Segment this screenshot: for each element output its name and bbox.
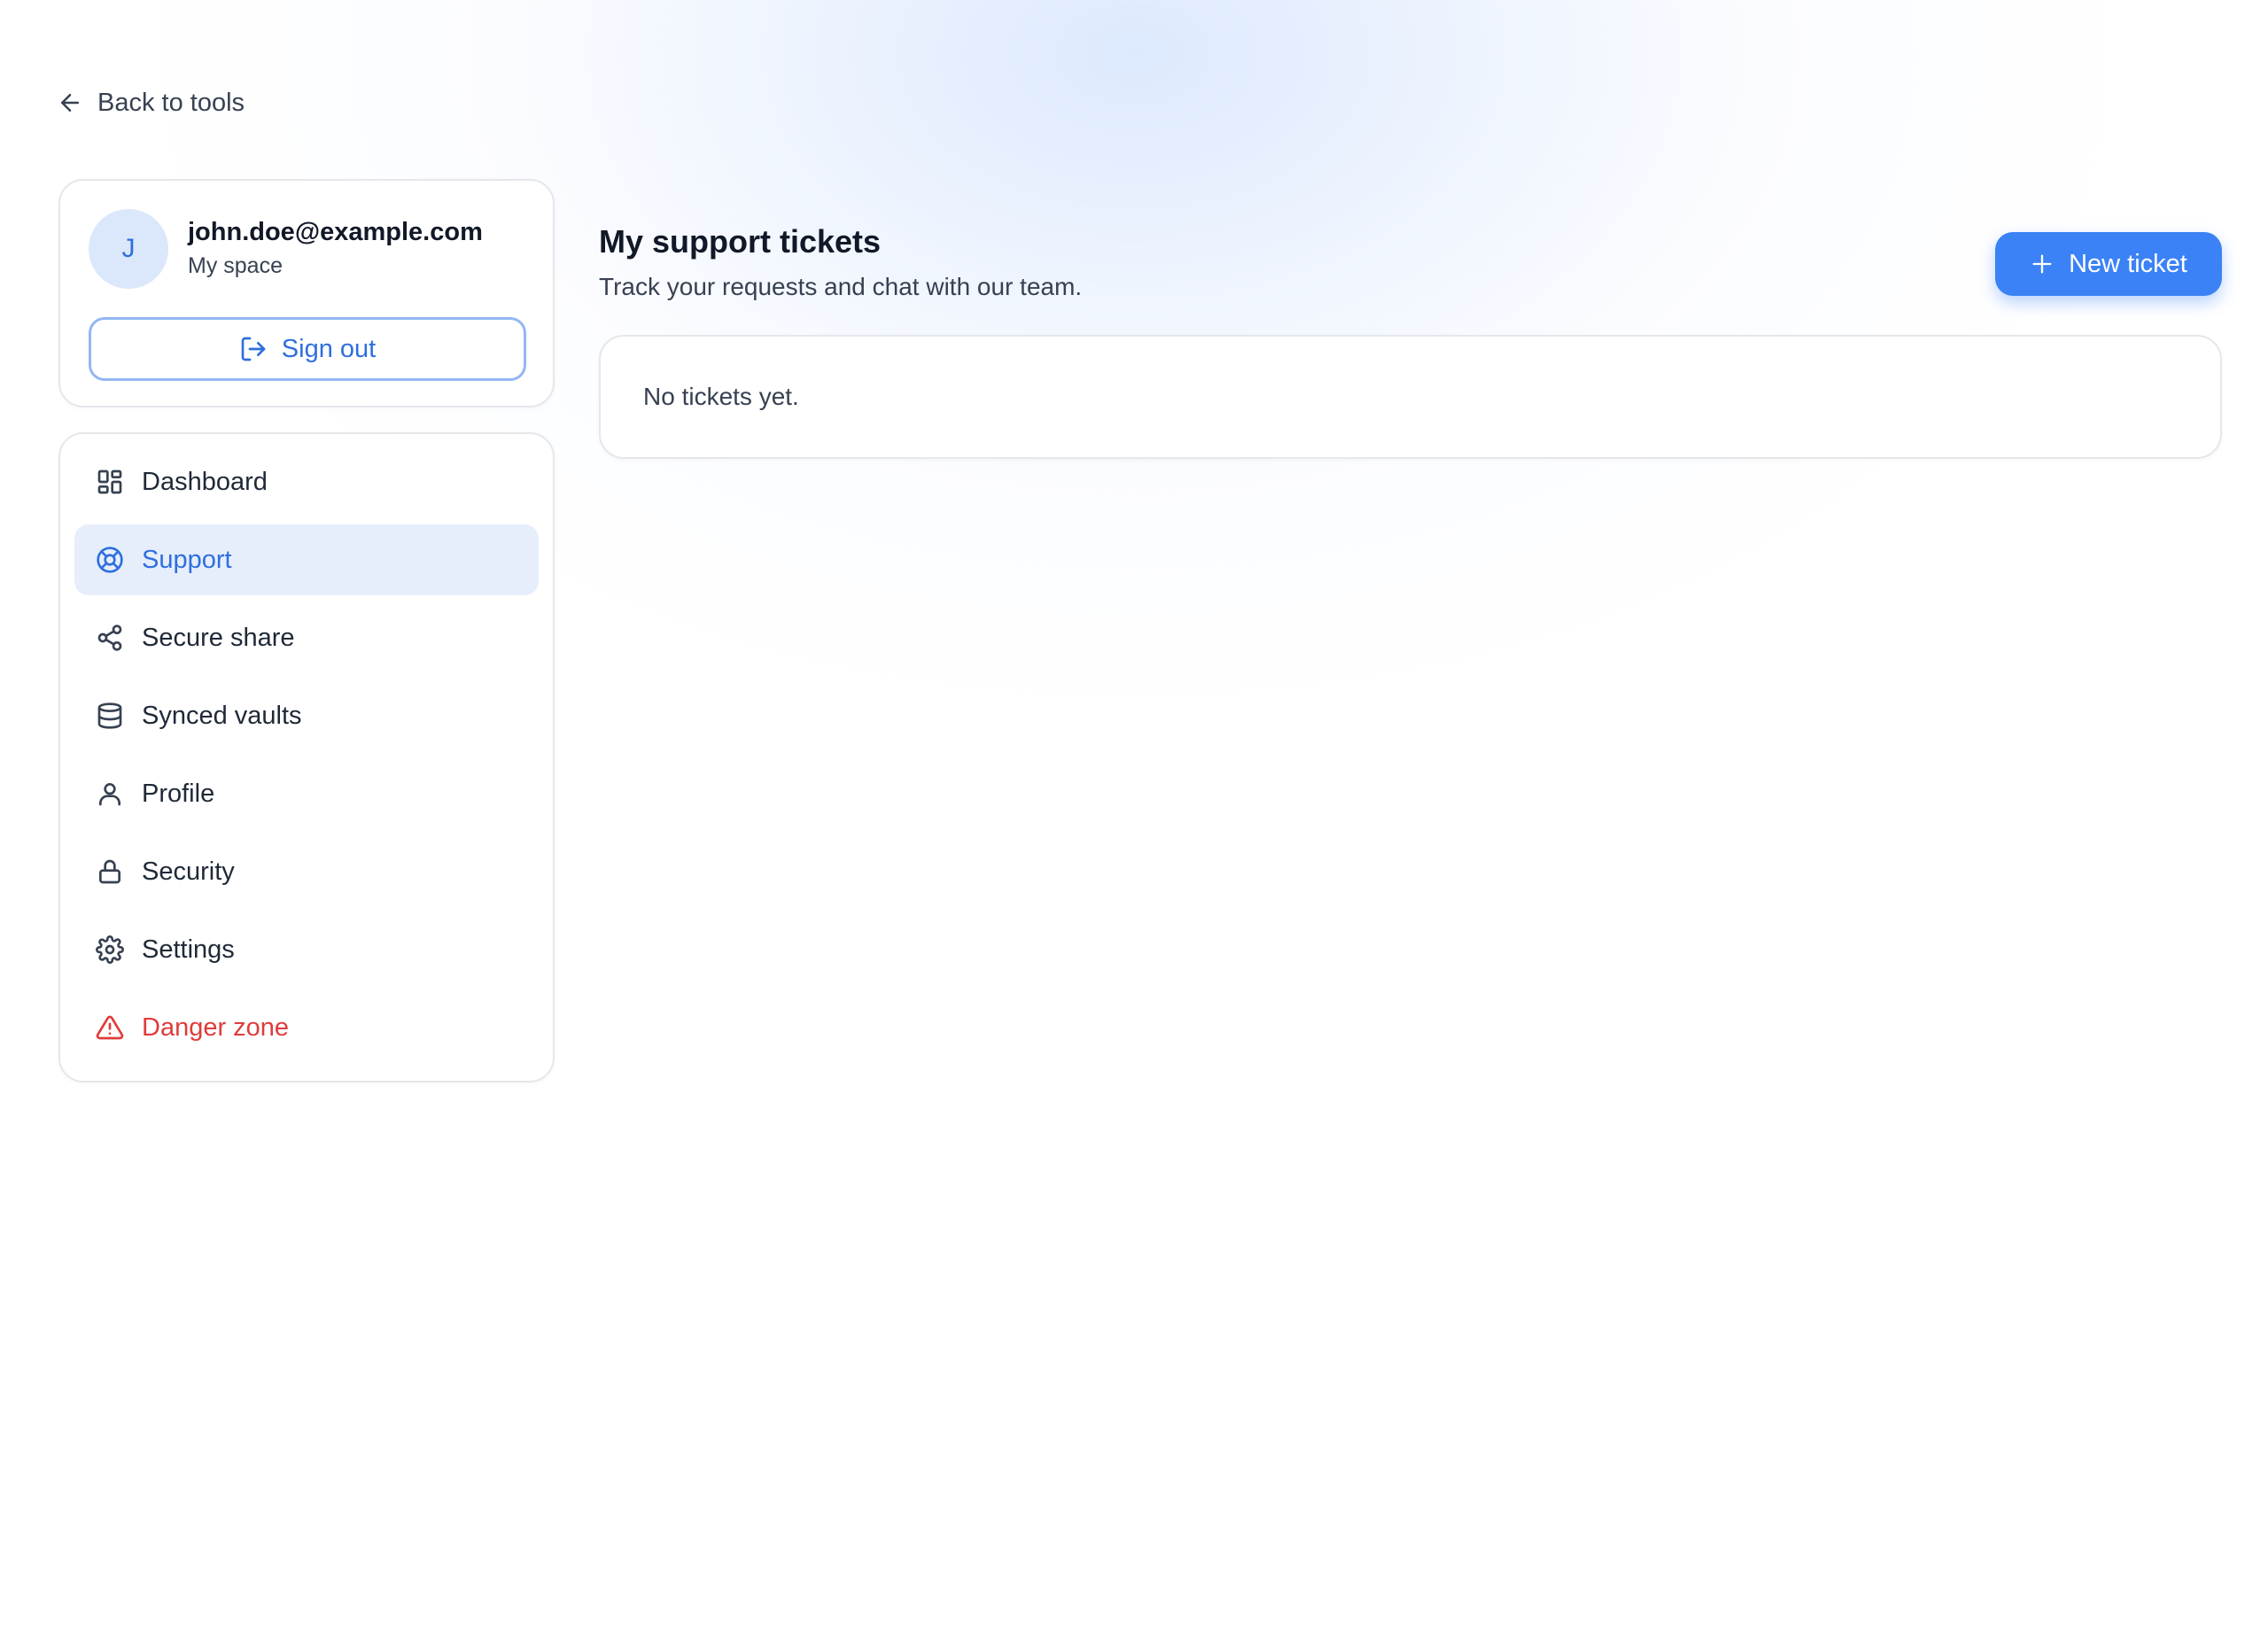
page-title: My support tickets: [599, 223, 882, 260]
lifebuoy-icon: [97, 547, 123, 573]
sidebar-item-label: Synced vaults: [142, 701, 302, 730]
share-icon: [97, 625, 122, 651]
tickets-list: No tickets yet.: [599, 335, 2222, 459]
sidebar-item-label: Support: [142, 545, 232, 574]
sidebar-item-label: Profile: [142, 779, 215, 808]
database-icon: [97, 702, 122, 729]
sidebar-item-secure-share[interactable]: Secure share: [74, 602, 539, 673]
sidebar-item-label: Security: [142, 857, 235, 886]
back-to-tools-link[interactable]: Back to tools: [57, 85, 245, 120]
sidebar-item-synced-vaults[interactable]: Synced vaults: [74, 680, 539, 751]
arrow-left-icon: [61, 94, 79, 112]
sidebar-nav: Dashboard Support Secure share Synced va…: [58, 432, 555, 1082]
sidebar-item-settings[interactable]: Settings: [74, 914, 539, 985]
lock-icon: [99, 859, 120, 884]
page-subtitle: Track your requests and chat with our te…: [599, 273, 1083, 300]
sidebar-item-label: Secure share: [142, 623, 295, 652]
sign-out-icon: [241, 337, 266, 361]
sidebar-item-label: Dashboard: [142, 467, 268, 496]
plus-icon: [2032, 254, 2052, 274]
user-email: john.doe@example.com: [188, 218, 483, 246]
new-ticket-button[interactable]: New ticket: [1995, 232, 2222, 296]
dashboard-icon: [97, 469, 122, 494]
sidebar-item-profile[interactable]: Profile: [74, 758, 539, 829]
user-card: J john.doe@example.com My space Sign out: [58, 179, 555, 407]
sidebar-item-danger-zone[interactable]: Danger zone: [74, 992, 539, 1063]
sidebar-item-security[interactable]: Security: [74, 836, 539, 907]
back-link-label: Back to tools: [97, 88, 245, 117]
sidebar-item-dashboard[interactable]: Dashboard: [74, 446, 539, 517]
sidebar-item-label: Settings: [142, 935, 235, 964]
new-ticket-label: New ticket: [2069, 249, 2187, 278]
sign-out-label: Sign out: [281, 334, 377, 363]
warning-triangle-icon: [96, 1015, 124, 1040]
gear-icon: [96, 935, 124, 964]
user-icon: [99, 783, 120, 806]
sign-out-button[interactable]: Sign out: [89, 317, 526, 381]
sidebar-item-label: Danger zone: [142, 1012, 290, 1042]
avatar: J: [89, 209, 168, 289]
empty-state-text: No tickets yet.: [643, 383, 799, 410]
support-page: Back to tools J john.doe@example.com My …: [0, 0, 2268, 1637]
sidebar-item-support[interactable]: Support: [74, 524, 539, 595]
user-space-label: My space: [188, 253, 283, 278]
